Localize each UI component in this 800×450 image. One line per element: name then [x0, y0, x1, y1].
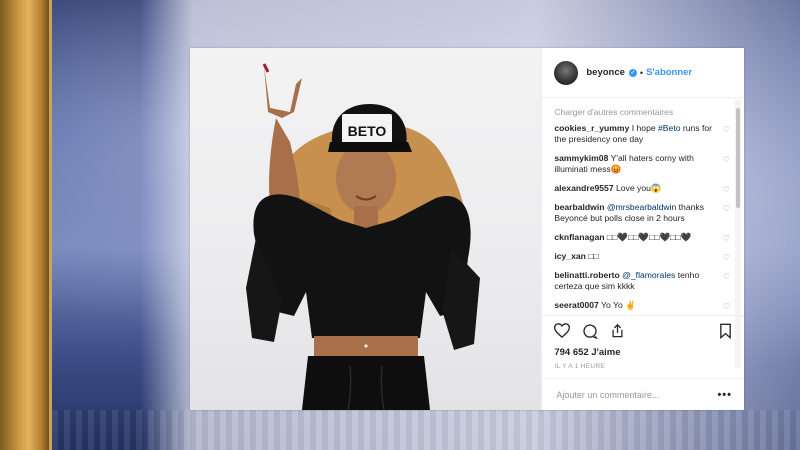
comment-username[interactable]: cknflanagan: [554, 232, 604, 242]
comment-text: Yo Yo ✌: [601, 300, 636, 310]
post-timestamp: IL Y A 1 HEURE: [554, 363, 606, 370]
share-icon[interactable]: [610, 323, 625, 339]
comment-like-heart-icon[interactable]: ♡: [723, 252, 730, 263]
comment-text: □□: [588, 251, 599, 261]
instagram-post: BETO beyonce ✓ • S'abonner Charger d'aut…: [190, 48, 744, 410]
comment-mention-link[interactable]: @_flamorales: [622, 270, 675, 280]
separator-dot: •: [639, 67, 644, 78]
comment-item: bearbaldwin @mrsbearbaldwin thanks Beyon…: [554, 202, 732, 224]
comment-like-heart-icon[interactable]: ♡: [723, 124, 730, 135]
verified-badge-icon: ✓: [628, 68, 637, 77]
cap-text: BETO: [348, 123, 387, 139]
comment-mention-link[interactable]: @mrsbearbaldwin: [607, 202, 676, 212]
comment-username[interactable]: icy_xan: [554, 251, 586, 261]
add-comment-input[interactable]: [554, 388, 709, 401]
comment-like-heart-icon[interactable]: ♡: [723, 301, 730, 312]
comment-text: □□🖤□□🖤□□🖤□□🖤: [606, 232, 692, 242]
likes-count[interactable]: 794 652 J'aime: [542, 347, 744, 358]
comment-username[interactable]: alexandre9557: [554, 183, 613, 193]
comment-username[interactable]: belinatti.roberto: [554, 270, 619, 280]
comment-like-heart-icon[interactable]: ♡: [723, 184, 730, 195]
comments-list: Charger d'autres commentaires cookies_r_…: [542, 98, 744, 315]
comment-like-heart-icon[interactable]: ♡: [723, 271, 730, 282]
comment-username[interactable]: cookies_r_yummy: [554, 123, 629, 133]
post-sidebar: beyonce ✓ • S'abonner Charger d'autres c…: [541, 48, 744, 410]
add-comment-bar: •••: [542, 378, 744, 410]
comment-username[interactable]: seerat0007: [554, 300, 598, 310]
photo-illustration: BETO: [246, 63, 480, 410]
comment-username[interactable]: sammykim08: [554, 153, 608, 163]
avatar[interactable]: [554, 60, 579, 85]
comment-username[interactable]: bearbaldwin: [554, 202, 604, 212]
comment-like-heart-icon[interactable]: ♡: [723, 203, 730, 214]
comment-like-heart-icon[interactable]: ♡: [723, 233, 730, 244]
more-options-button[interactable]: •••: [717, 389, 732, 401]
comment-item: cookies_r_yummy I hope #Beto runs for th…: [554, 123, 732, 145]
comment-item: sammykim08 Y'all haters corny with illum…: [554, 153, 732, 175]
comment-item: belinatti.roberto @_flamorales tenho cer…: [554, 270, 732, 292]
comment-like-heart-icon[interactable]: ♡: [723, 154, 730, 165]
bookmark-icon[interactable]: [719, 323, 732, 344]
post-actions: [542, 315, 744, 345]
comment-item: cknflanagan □□🖤□□🖤□□🖤□□🖤 ♡: [554, 232, 732, 243]
background-stripes: [52, 410, 800, 450]
comment-text: I hope: [631, 123, 659, 133]
comment-mention-link[interactable]: #Beto: [658, 123, 680, 133]
comment-item: alexandre9557 Love you😱 ♡: [554, 183, 732, 194]
comment-text: Love you😱: [616, 183, 662, 193]
broadcast-gold-bar: [0, 0, 52, 450]
username-link[interactable]: beyonce: [586, 67, 625, 78]
comment-item: icy_xan □□ ♡: [554, 251, 732, 262]
comment-item: seerat0007 Yo Yo ✌ ♡: [554, 300, 732, 311]
load-more-comments-link[interactable]: Charger d'autres commentaires: [554, 107, 732, 117]
follow-button[interactable]: S'abonner: [646, 67, 692, 78]
heart-icon[interactable]: [554, 323, 571, 338]
scrollbar-thumb[interactable]: [736, 108, 740, 208]
post-photo: BETO: [190, 48, 542, 410]
comment-icon[interactable]: [582, 323, 599, 339]
post-header: beyonce ✓ • S'abonner: [542, 48, 744, 98]
